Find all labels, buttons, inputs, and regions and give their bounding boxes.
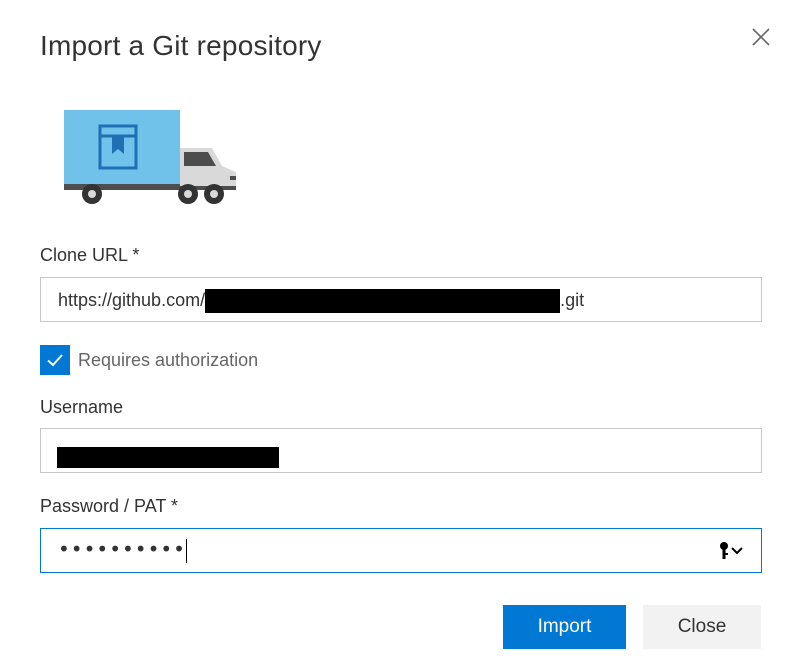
clone-url-label: Clone URL * (40, 245, 140, 265)
username-input[interactable] (40, 428, 762, 473)
dialog-title: Import a Git repository (40, 30, 322, 61)
checkbox-checked[interactable] (40, 345, 70, 375)
redacted-block (57, 447, 279, 468)
requires-authorization-label: Requires authorization (78, 349, 259, 370)
key-icon[interactable] (717, 540, 745, 562)
password-input[interactable]: •••••••••• (40, 528, 762, 573)
password-masked-value: •••••••••• (58, 537, 186, 561)
password-label: Password / PAT * (40, 496, 179, 516)
checkmark-icon (47, 354, 63, 367)
close-icon[interactable] (748, 24, 774, 50)
clone-url-suffix: .git (560, 289, 585, 310)
clone-url-input[interactable]: https://github.com/ .git (40, 277, 762, 322)
clone-url-prefix: https://github.com/ (58, 289, 206, 310)
truck-illustration (64, 110, 236, 204)
close-button[interactable]: Close (643, 605, 761, 649)
redacted-block (205, 289, 561, 313)
username-label: Username (40, 397, 124, 417)
import-git-dialog: Import a Git repository Clone URL * http… (0, 0, 800, 667)
requires-authorization-checkbox[interactable]: Requires authorization (40, 344, 258, 376)
import-button[interactable]: Import (503, 605, 626, 649)
text-caret (186, 539, 187, 563)
